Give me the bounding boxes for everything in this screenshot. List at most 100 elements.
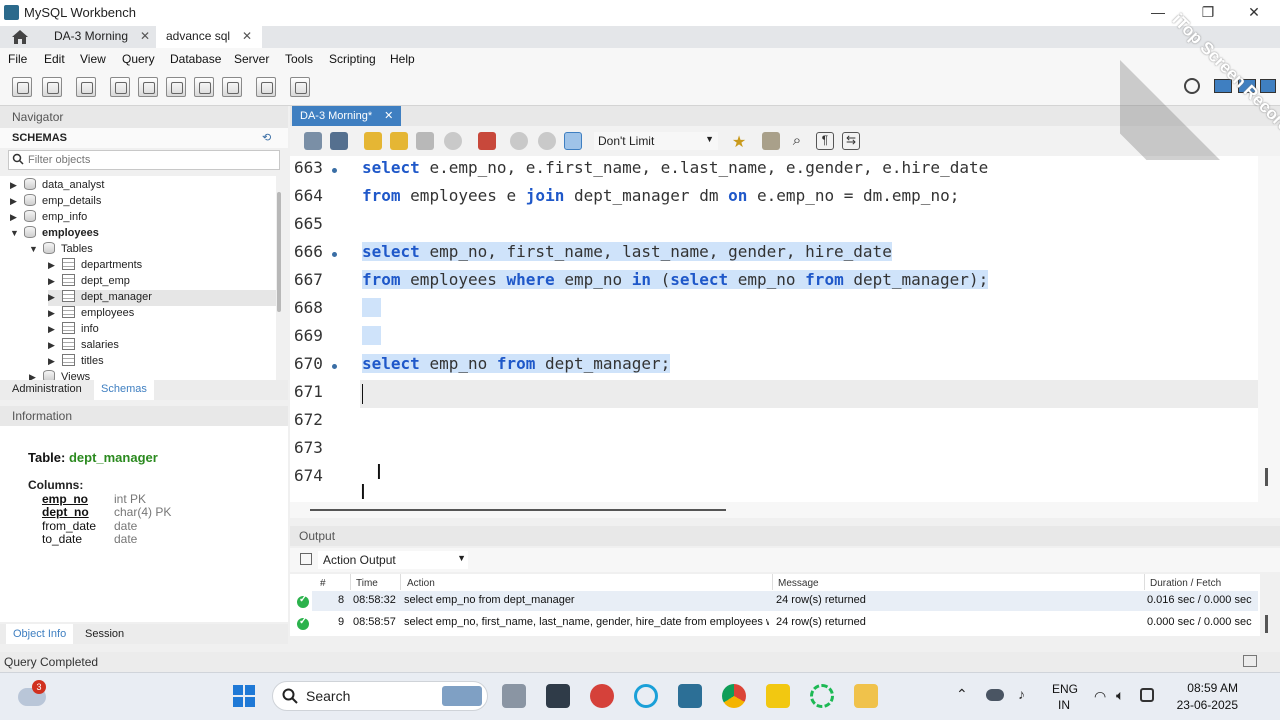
battery-icon[interactable] <box>1140 688 1154 702</box>
reconnect-icon[interactable] <box>290 77 310 97</box>
menu-file[interactable]: File <box>8 52 27 66</box>
editor-horizontal-scroll-thumb[interactable] <box>310 509 726 511</box>
code-line[interactable]: select e.emp_no, e.first_name, e.last_na… <box>362 158 988 177</box>
expand-arrow-right-icon[interactable]: ▶ <box>10 196 20 207</box>
code-line[interactable]: select emp_no from dept_manager; <box>362 354 671 373</box>
copy-output-icon[interactable] <box>300 553 312 565</box>
word-wrap-icon[interactable]: ⇆ <box>842 132 860 150</box>
clock-date[interactable]: 23-06-2025 <box>1172 698 1238 712</box>
menu-edit[interactable]: Edit <box>44 52 65 66</box>
chevron-up-icon[interactable]: ⌃ <box>956 686 968 703</box>
execute-current-icon[interactable] <box>390 132 408 150</box>
expand-arrow-right-icon[interactable]: ▶ <box>10 212 20 223</box>
clock-time[interactable]: 08:59 AM <box>1184 681 1238 695</box>
file-explorer-app-icon[interactable] <box>854 684 878 708</box>
menu-tools[interactable]: Tools <box>285 52 313 66</box>
create-view-icon[interactable] <box>166 77 186 97</box>
save-icon[interactable] <box>330 132 348 150</box>
output-row-duration[interactable]: 0.000 sec / 0.000 sec <box>1147 616 1252 628</box>
expand-arrow-right-icon[interactable]: ▶ <box>29 372 39 380</box>
find-icon[interactable]: ⌕ <box>788 132 806 150</box>
output-row-action[interactable]: select emp_no from dept_manager <box>404 594 769 606</box>
menu-view[interactable]: View <box>80 52 106 66</box>
stop-icon[interactable] <box>444 132 462 150</box>
commit-icon[interactable] <box>510 132 528 150</box>
menu-help[interactable]: Help <box>390 52 415 66</box>
tab-administration[interactable]: Administration <box>6 380 88 400</box>
open-file-icon[interactable] <box>304 132 322 150</box>
beautify-icon[interactable] <box>762 132 780 150</box>
menu-scripting[interactable]: Scripting <box>329 52 376 66</box>
refresh-schemas-icon[interactable]: ⟲ <box>262 131 271 144</box>
close-tab-icon[interactable]: ✕ <box>140 29 150 43</box>
editor-tab-da3-morning[interactable]: DA-3 Morning* ✕ <box>292 106 402 126</box>
tab-schemas[interactable]: Schemas <box>94 380 154 400</box>
output-row-message[interactable]: 24 row(s) returned <box>776 616 866 628</box>
tree-item-folder[interactable]: ▶ Views <box>29 370 90 380</box>
close-tab-icon[interactable]: ✕ <box>242 29 252 43</box>
schema-tree-scrollbar[interactable] <box>277 192 281 312</box>
expand-arrow-right-icon[interactable]: ▶ <box>48 356 58 367</box>
output-row-time[interactable]: 08:58:57 <box>353 616 396 628</box>
expand-arrow-right-icon[interactable]: ▶ <box>48 276 58 287</box>
tree-item-schema[interactable]: ▼ employees <box>10 226 99 242</box>
output-scroll-thumb[interactable] <box>1265 615 1268 633</box>
tab-session[interactable]: Session <box>78 624 132 644</box>
home-icon[interactable] <box>10 28 30 46</box>
tree-item-schema[interactable]: ▶ emp_details <box>10 194 101 210</box>
output-row-duration[interactable]: 0.016 sec / 0.000 sec <box>1147 594 1252 606</box>
expand-arrow-right-icon[interactable]: ▶ <box>48 308 58 319</box>
new-sql-tab-icon[interactable] <box>12 77 32 97</box>
create-table-icon[interactable] <box>138 77 158 97</box>
editor-vertical-scroll-thumb[interactable] <box>1265 468 1268 486</box>
execute-icon[interactable] <box>364 132 382 150</box>
wifi-icon[interactable]: ◠ <box>1094 688 1106 705</box>
expand-arrow-right-icon[interactable]: ▶ <box>10 180 20 191</box>
tree-item-table[interactable]: ▶ dept_emp <box>48 274 130 290</box>
tree-item-schema[interactable]: ▶ data_analyst <box>10 178 104 194</box>
output-row-time[interactable]: 08:58:32 <box>353 594 396 606</box>
sql-editor[interactable]: 663 select e.emp_no, e.first_name, e.last… <box>290 156 1258 502</box>
expand-arrow-down-icon[interactable]: ▼ <box>29 244 39 254</box>
close-tab-icon[interactable]: ✕ <box>384 110 393 122</box>
microphone-icon[interactable]: ♪ <box>1018 686 1025 702</box>
code-line[interactable]: from employees e join dept_manager dm on… <box>362 186 959 205</box>
editor-vertical-scrollbar[interactable] <box>1258 156 1280 502</box>
output-row-number[interactable]: 9 <box>338 616 344 628</box>
menu-database[interactable]: Database <box>170 52 221 66</box>
filter-objects-input[interactable] <box>28 152 268 168</box>
menu-server[interactable]: Server <box>234 52 269 66</box>
menu-query[interactable]: Query <box>122 52 155 66</box>
chrome-app-icon[interactable] <box>722 684 746 708</box>
connection-tab-da3-morning[interactable]: DA-3 Morning ✕ <box>44 26 161 48</box>
code-line[interactable] <box>362 326 382 345</box>
create-procedure-icon[interactable] <box>194 77 214 97</box>
tree-item-table[interactable]: ▶ dept_manager <box>48 290 276 306</box>
expand-arrow-down-icon[interactable]: ▼ <box>10 228 20 238</box>
expand-arrow-right-icon[interactable]: ▶ <box>48 292 58 303</box>
cortana-app-icon[interactable] <box>634 684 658 708</box>
create-function-icon[interactable] <box>222 77 242 97</box>
tree-item-table[interactable]: ▶ titles <box>48 354 104 370</box>
tree-item-schema[interactable]: ▶ emp_info <box>10 210 87 226</box>
code-line[interactable]: select emp_no, first_name, last_name, ge… <box>362 242 892 261</box>
windows-start-icon[interactable] <box>232 684 256 708</box>
expand-arrow-right-icon[interactable]: ▶ <box>48 260 58 271</box>
expand-arrow-right-icon[interactable]: ▶ <box>48 340 58 351</box>
tree-item-table[interactable]: ▶ departments <box>48 258 142 274</box>
output-row-message[interactable]: 24 row(s) returned <box>776 594 866 606</box>
language-indicator[interactable]: ENG <box>1052 682 1078 696</box>
auto-commit-icon[interactable] <box>564 132 582 150</box>
expand-arrow-right-icon[interactable]: ▶ <box>48 324 58 335</box>
code-line[interactable] <box>362 298 382 317</box>
language-region[interactable]: IN <box>1058 698 1070 712</box>
output-row-number[interactable]: 8 <box>338 594 344 606</box>
tab-object-info[interactable]: Object Info <box>6 624 74 644</box>
mysql-workbench-app-icon[interactable] <box>678 684 702 708</box>
toggle-stop-on-error-icon[interactable] <box>478 132 496 150</box>
output-type-select[interactable]: Action Output ▼ <box>318 551 468 569</box>
task-view-icon[interactable] <box>502 684 526 708</box>
add-snippet-icon[interactable]: ★ <box>730 132 748 151</box>
connection-tab-advance-sql[interactable]: advance sql ✕ <box>156 26 263 48</box>
create-schema-icon[interactable] <box>110 77 130 97</box>
